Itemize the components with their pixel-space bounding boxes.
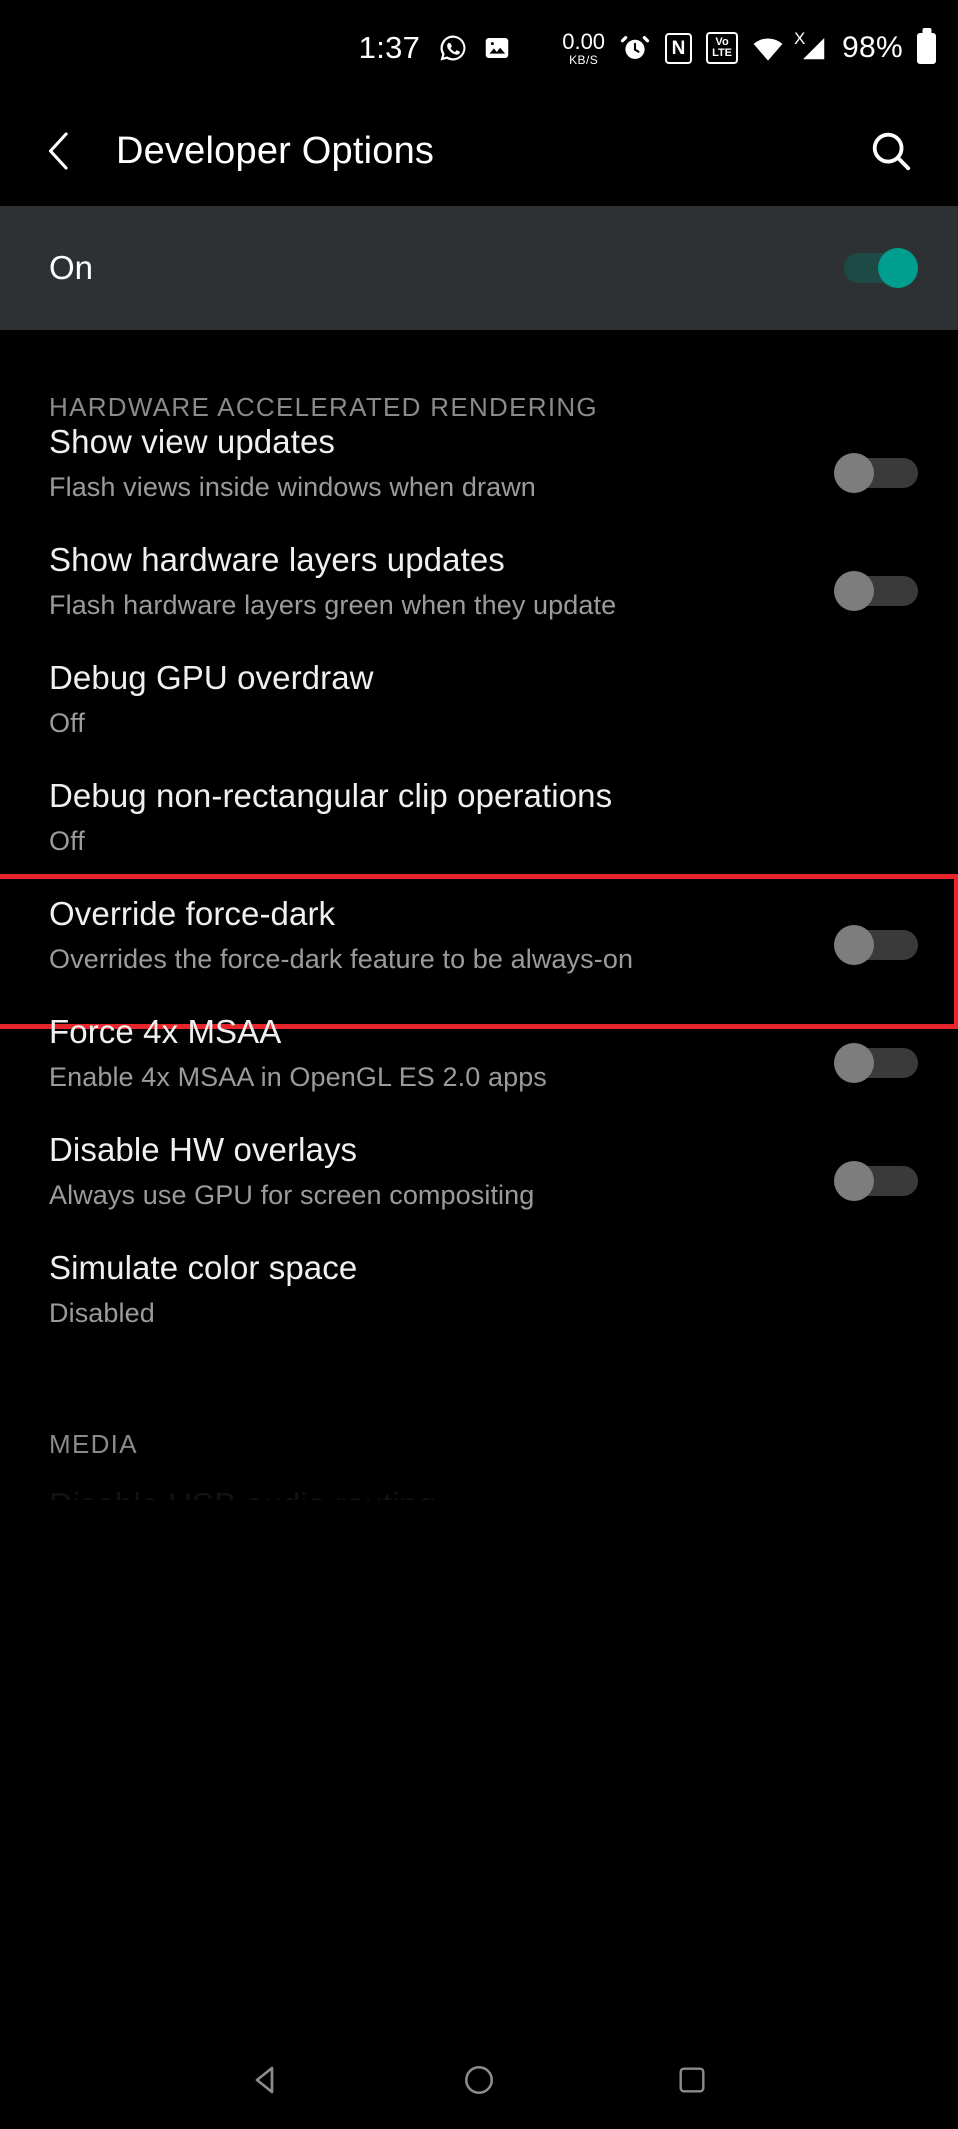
row-subtitle: Off [49, 825, 85, 856]
toggle-thumb [834, 571, 874, 611]
developer-options-master-switch-row[interactable]: On [0, 206, 958, 330]
page-title: Developer Options [116, 129, 435, 172]
row-text: Override force-dark Overrides the force-… [49, 895, 834, 975]
row-text: Show hardware layers updates Flash hardw… [49, 541, 834, 621]
row-subtitle: Always use GPU for screen compositing [49, 1179, 535, 1210]
network-speed-value: 0.00 [562, 28, 606, 54]
nfc-label: N [671, 37, 686, 59]
row-title: Simulate color space [49, 1249, 358, 1286]
row-subtitle: Disabled [49, 1297, 155, 1328]
list-item-show-hardware-layers-updates[interactable]: Show hardware layers updates Flash hardw… [0, 541, 958, 659]
toggle-thumb [834, 1043, 874, 1083]
list-item-override-force-dark[interactable]: Override force-dark Overrides the force-… [0, 874, 958, 1029]
master-switch-label: On [49, 249, 94, 286]
battery-percent-label: 98% [842, 31, 903, 64]
disable-hw-overlays-toggle[interactable] [834, 1157, 918, 1205]
settings-list: HARDWARE ACCELERATED RENDERING Show view… [0, 330, 958, 1500]
alarm-icon [619, 32, 651, 64]
search-icon[interactable] [864, 124, 918, 178]
back-chevron-icon[interactable] [36, 128, 82, 174]
row-text: Debug non-rectangular clip operations Of… [49, 777, 918, 857]
list-item-debug-non-rectangular-clip-operations[interactable]: Debug non-rectangular clip operations Of… [0, 777, 958, 895]
row-subtitle: Enable 4x MSAA in OpenGL ES 2.0 apps [49, 1061, 547, 1092]
home-circle-icon[interactable] [439, 2040, 519, 2120]
cellular-signal-icon: X [794, 29, 828, 63]
phone-screen: 1:37 0.00 KB/S N Vo LTE X 98% Developer … [0, 0, 958, 2129]
toggle-thumb [834, 925, 874, 965]
nfc-icon: N [665, 32, 693, 64]
row-title: Show hardware layers updates [49, 541, 505, 578]
volte-bottom-label: LTE [712, 47, 733, 59]
show-hardware-layers-updates-toggle[interactable] [834, 567, 918, 615]
section-header-media: MEDIA [49, 1429, 138, 1459]
row-title: Disable HW overlays [49, 1131, 358, 1168]
battery-icon [917, 32, 936, 64]
row-subtitle: Overrides the force-dark feature to be a… [49, 943, 634, 974]
status-bar: 1:37 0.00 KB/S N Vo LTE X 98% [0, 0, 958, 96]
toggle-thumb [878, 248, 918, 288]
status-bar-clock: 1:37 [358, 30, 421, 65]
row-subtitle: Off [49, 707, 85, 738]
master-switch-toggle[interactable] [834, 244, 918, 292]
navigation-bar [0, 2030, 958, 2129]
wifi-icon [752, 34, 784, 62]
force-4x-msaa-toggle[interactable] [834, 1039, 918, 1087]
toggle-thumb [834, 1161, 874, 1201]
row-control [834, 541, 918, 615]
list-item-simulate-color-space[interactable]: Simulate color space Disabled [0, 1249, 958, 1367]
app-bar: Developer Options [0, 96, 958, 206]
toggle-thumb [834, 453, 874, 493]
show-view-updates-toggle[interactable] [834, 449, 918, 497]
row-control [834, 423, 918, 497]
row-subtitle: Flash views inside windows when drawn [49, 471, 536, 502]
list-item-force-4x-msaa[interactable]: Force 4x MSAA Enable 4x MSAA in OpenGL E… [0, 1013, 958, 1131]
row-text: Disable HW overlays Always use GPU for s… [49, 1131, 834, 1211]
row-text: Simulate color space Disabled [49, 1249, 918, 1329]
whatsapp-icon [438, 33, 468, 63]
row-control [834, 895, 918, 969]
volte-icon: Vo LTE [706, 32, 739, 64]
gallery-icon [482, 33, 512, 63]
row-text: Force 4x MSAA Enable 4x MSAA in OpenGL E… [49, 1013, 834, 1093]
override-force-dark-toggle[interactable] [834, 921, 918, 969]
network-speed-indicator: 0.00 KB/S [562, 28, 606, 67]
list-item-disable-usb-audio-routing[interactable]: Disable USB audio routing [0, 1460, 958, 1500]
list-item-debug-gpu-overdraw[interactable]: Debug GPU overdraw Off [0, 659, 958, 777]
row-control [834, 1013, 918, 1087]
row-text: Debug GPU overdraw Off [49, 659, 918, 739]
back-triangle-icon[interactable] [226, 2040, 306, 2120]
row-subtitle: Flash hardware layers green when they up… [49, 589, 617, 620]
row-text: Show view updates Flash views inside win… [49, 423, 834, 503]
network-speed-unit: KB/S [569, 52, 599, 67]
row-title: Show view updates [49, 423, 336, 460]
row-control [834, 1131, 918, 1205]
recents-square-icon[interactable] [652, 2040, 732, 2120]
section-header-hardware-accelerated-rendering: HARDWARE ACCELERATED RENDERING [49, 392, 598, 422]
row-title: Debug non-rectangular clip operations [49, 777, 613, 814]
list-item-show-view-updates[interactable]: Show view updates Flash views inside win… [0, 423, 958, 541]
row-title: Debug GPU overdraw [49, 659, 374, 696]
list-item-disable-hw-overlays[interactable]: Disable HW overlays Always use GPU for s… [0, 1131, 958, 1249]
row-title: Force 4x MSAA [49, 1013, 282, 1050]
row-title: Override force-dark [49, 895, 336, 932]
